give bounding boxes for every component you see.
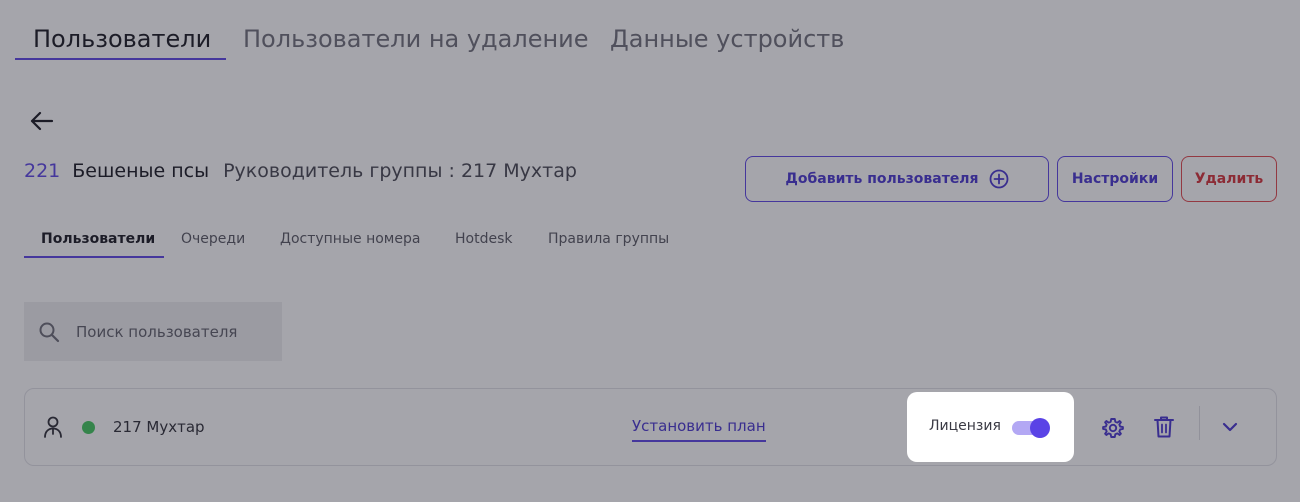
user-name: 217 Мухтар <box>113 418 205 436</box>
settings-label: Настройки <box>1071 171 1159 187</box>
active-subtab-indicator <box>24 256 164 258</box>
trash-icon[interactable] <box>1153 415 1175 439</box>
subtab-group-rules[interactable]: Правила группы <box>548 231 669 247</box>
status-indicator <box>82 421 95 434</box>
plus-circle-icon <box>989 169 1008 189</box>
license-label: Лицензия <box>929 418 1001 434</box>
add-user-label: Добавить пользователя <box>785 171 979 187</box>
add-user-button[interactable]: Добавить пользователя <box>745 156 1049 202</box>
group-header: 221 Бешеные псы Руководитель группы : 217 … <box>24 160 577 182</box>
user-icon <box>44 416 62 438</box>
delete-label: Удалить <box>1194 171 1264 187</box>
delete-button[interactable]: Удалить <box>1181 156 1277 202</box>
back-arrow-icon[interactable] <box>28 110 54 132</box>
settings-button[interactable]: Настройки <box>1057 156 1173 202</box>
tab-users-to-delete[interactable]: Пользователи на удаление <box>243 25 589 53</box>
search-box <box>24 302 282 361</box>
group-name: Бешеные псы <box>72 160 210 182</box>
subtab-queues[interactable]: Очереди <box>181 231 245 247</box>
group-leader: Руководитель группы : 217 Мухтар <box>223 160 577 182</box>
toggle-knob <box>1030 418 1050 438</box>
subtab-users[interactable]: Пользователи <box>41 231 155 247</box>
license-toggle[interactable] <box>1012 418 1050 438</box>
search-icon <box>39 322 60 342</box>
tab-users[interactable]: Пользователи <box>33 25 211 53</box>
chevron-down-icon[interactable] <box>1221 420 1239 434</box>
tab-device-data[interactable]: Данные устройств <box>610 25 844 53</box>
active-tab-indicator <box>15 58 226 60</box>
subtab-hotdesk[interactable]: Hotdesk <box>455 231 512 247</box>
subtab-available-numbers[interactable]: Доступные номера <box>280 231 420 247</box>
set-plan-link[interactable]: Установить план <box>632 417 766 442</box>
license-spotlight: Лицензия <box>907 392 1074 462</box>
gear-icon[interactable] <box>1101 416 1125 440</box>
row-divider <box>1199 406 1200 440</box>
search-input[interactable] <box>76 322 266 341</box>
group-number: 221 <box>24 160 61 182</box>
